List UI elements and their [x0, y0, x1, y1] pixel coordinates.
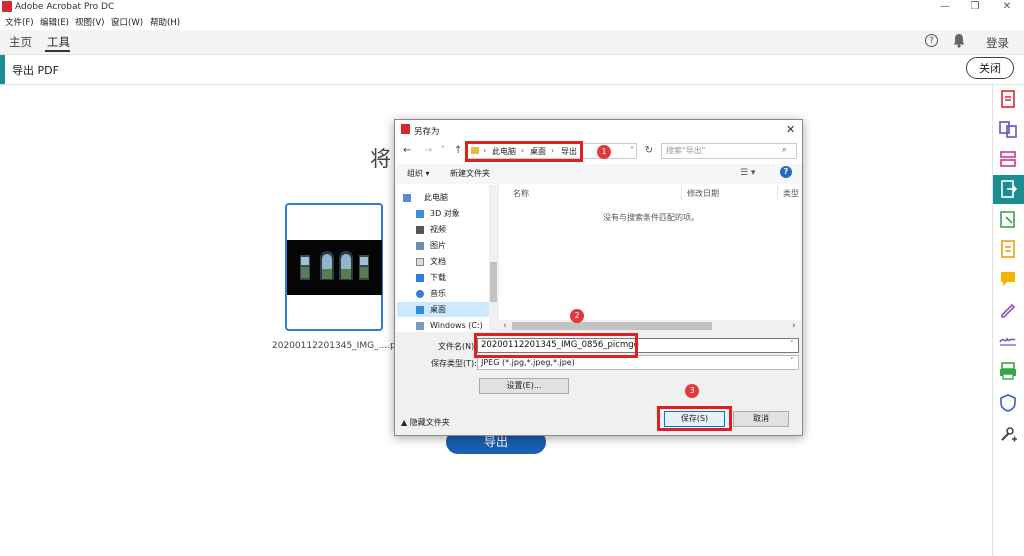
nav-item-this-pc[interactable]: 此电脑 [424, 190, 448, 205]
organize-button[interactable]: 组织 ▾ [407, 168, 430, 179]
column-divider [681, 186, 682, 200]
acrobat-logo-icon [2, 1, 12, 12]
print-production-icon[interactable] [997, 360, 1019, 382]
nav-item-desktop[interactable]: 桌面 [430, 302, 446, 317]
bell-icon[interactable] [952, 33, 966, 48]
menu-help[interactable]: 帮助(H) [150, 16, 180, 28]
menu-view[interactable]: 视图(V) [75, 16, 104, 28]
export-pdf-header [0, 55, 1024, 85]
view-options-button[interactable]: ☰ ▾ [740, 168, 755, 178]
maximize-button[interactable]: ❐ [960, 0, 990, 15]
column-name[interactable]: 名称 [513, 188, 529, 199]
login-link[interactable]: 登录 [986, 35, 1009, 51]
fill-sign-icon[interactable] [997, 298, 1019, 320]
tab-tools[interactable]: 工具 [47, 34, 70, 50]
menu-window[interactable]: 窗口(W) [111, 16, 143, 28]
chevron-down-icon[interactable]: ˅ [790, 357, 794, 365]
annotation-box-2 [474, 333, 638, 358]
menu-file[interactable]: 文件(F) [5, 16, 34, 28]
create-form-icon[interactable] [997, 238, 1019, 260]
annotation-number-3: 3 [685, 384, 699, 398]
chevron-down-icon[interactable]: ˅ [790, 340, 794, 348]
create-pdf-icon[interactable] [997, 88, 1019, 110]
3d-objects-icon [416, 210, 424, 218]
comment-icon[interactable] [997, 268, 1019, 290]
music-icon [416, 290, 424, 298]
settings-button[interactable]: 设置(E)... [479, 378, 569, 394]
dialog-title-bar [395, 120, 802, 140]
column-type[interactable]: 类型 [783, 188, 799, 199]
desktop-icon [416, 306, 424, 314]
drive-icon [416, 322, 424, 330]
forward-arrow-icon[interactable]: → [424, 145, 432, 156]
dialog-title: 另存为 [414, 127, 440, 137]
recent-locations-icon[interactable]: ˅ [441, 145, 445, 154]
close-window-button[interactable]: ✕ [992, 0, 1022, 15]
organize-pages-icon[interactable] [997, 148, 1019, 170]
active-tab-indicator [45, 50, 70, 52]
acrobat-dialog-icon [401, 124, 410, 134]
dialog-close-button[interactable]: ✕ [786, 123, 795, 136]
file-list [499, 184, 801, 332]
protect-shield-icon[interactable] [997, 392, 1019, 414]
export-pdf-icon[interactable] [997, 178, 1019, 200]
scroll-right-icon[interactable]: › [792, 321, 796, 331]
more-tools-icon[interactable] [997, 424, 1019, 446]
up-folder-icon[interactable]: ↑ [454, 145, 462, 156]
minimize-button[interactable]: — [930, 0, 960, 15]
horizontal-scroll-thumb[interactable] [512, 322, 712, 330]
page-heading: 将 [370, 147, 391, 171]
column-modified[interactable]: 修改日期 [687, 188, 719, 199]
search-icon: ⌕ [782, 145, 788, 155]
video-icon [416, 226, 424, 234]
nav-item-3d-objects[interactable]: 3D 对象 [430, 206, 460, 221]
scroll-left-icon[interactable]: ‹ [503, 321, 507, 331]
annotation-box-3 [657, 406, 732, 431]
edit-pdf-icon[interactable] [997, 208, 1019, 230]
thumbnail-caption: 20200112201345_IMG_....pdf [272, 341, 405, 351]
nav-pane-scroll-thumb[interactable] [490, 262, 497, 302]
nav-pane-scrollbar[interactable] [489, 185, 498, 331]
thumbnail-image [287, 240, 382, 295]
tab-home[interactable]: 主页 [9, 34, 32, 50]
filename-label: 文件名(N): [438, 342, 477, 351]
combine-files-icon[interactable] [997, 118, 1019, 140]
address-dropdown-icon[interactable]: ˅ [630, 146, 634, 155]
cancel-button[interactable]: 取消 [733, 411, 789, 427]
signature-icon[interactable] [997, 328, 1019, 350]
nav-item-pictures[interactable]: 图片 [430, 238, 446, 253]
refresh-icon[interactable]: ↻ [642, 144, 656, 158]
annotation-box-1 [465, 141, 583, 162]
dialog-help-icon[interactable]: ? [780, 166, 792, 178]
nav-item-documents[interactable]: 文档 [430, 254, 446, 269]
annotation-number-2: 2 [570, 309, 584, 323]
pictures-icon [416, 242, 424, 250]
hide-folders-toggle[interactable]: ▲ 隐藏文件夹 [401, 417, 450, 428]
new-folder-button[interactable]: 新建文件夹 [450, 168, 490, 179]
documents-icon [416, 258, 424, 266]
nav-bar [0, 30, 1024, 55]
computer-icon [403, 194, 411, 202]
help-icon[interactable]: ? [925, 34, 938, 47]
search-input[interactable]: 搜索"导出" [661, 143, 797, 159]
menu-edit[interactable]: 编辑(E) [40, 16, 69, 28]
nav-item-music[interactable]: 音乐 [430, 286, 446, 301]
nav-item-downloads[interactable]: 下载 [430, 270, 446, 285]
tool-title: 导出 PDF [12, 64, 59, 77]
column-divider [777, 186, 778, 200]
downloads-icon [416, 274, 424, 282]
back-arrow-icon[interactable]: ← [403, 145, 411, 156]
app-title: Adobe Acrobat Pro DC [15, 2, 115, 12]
empty-list-message: 没有与搜索条件匹配的项。 [603, 213, 699, 222]
nav-item-windows-c[interactable]: Windows (C:) [430, 318, 483, 333]
close-tool-button[interactable]: 关闭 [966, 57, 1014, 79]
header-accent-bar [0, 55, 5, 84]
annotation-number-1: 1 [597, 145, 611, 159]
filetype-label: 保存类型(T): [431, 359, 477, 368]
title-bar [0, 0, 1024, 15]
nav-item-videos[interactable]: 视频 [430, 222, 446, 237]
